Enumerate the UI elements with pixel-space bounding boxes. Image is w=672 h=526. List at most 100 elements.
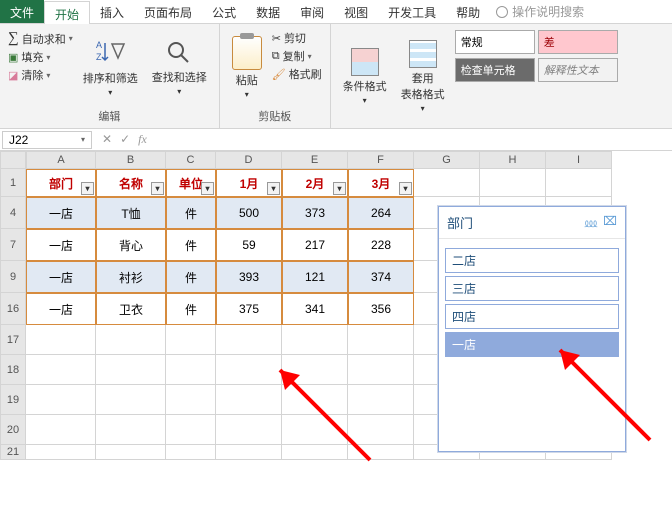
slicer-item[interactable]: 三店 — [445, 276, 619, 301]
select-all-corner[interactable] — [0, 151, 26, 169]
slicer-item[interactable]: 一店 — [445, 332, 619, 357]
cell[interactable] — [166, 325, 216, 355]
cell[interactable]: 单位▾ — [166, 169, 216, 197]
filter-dropdown-icon[interactable]: ▾ — [399, 182, 412, 195]
row-header[interactable]: 19 — [0, 385, 26, 415]
col-header[interactable]: F — [348, 151, 414, 169]
cell[interactable]: 121 — [282, 261, 348, 293]
cell[interactable] — [282, 325, 348, 355]
cell[interactable]: 衬衫 — [96, 261, 166, 293]
menu-tab-insert[interactable]: 插入 — [90, 0, 134, 23]
cancel-formula-button[interactable]: ✕ — [102, 132, 112, 147]
accept-formula-button[interactable]: ✓ — [120, 132, 130, 147]
menu-tab-dev[interactable]: 开发工具 — [378, 0, 446, 23]
cell[interactable]: 部门▾ — [26, 169, 96, 197]
row-header[interactable]: 17 — [0, 325, 26, 355]
col-header[interactable]: C — [166, 151, 216, 169]
filter-dropdown-icon[interactable]: ▾ — [201, 182, 214, 195]
row-header[interactable]: 7 — [0, 229, 26, 261]
cell[interactable] — [216, 385, 282, 415]
filter-dropdown-icon[interactable]: ▾ — [81, 182, 94, 195]
cell[interactable] — [480, 169, 546, 197]
cell[interactable] — [166, 385, 216, 415]
cut-button[interactable]: ✂剪切 — [272, 30, 322, 46]
cell[interactable] — [216, 445, 282, 460]
cell[interactable] — [26, 385, 96, 415]
row-header[interactable]: 16 — [0, 293, 26, 325]
cell[interactable] — [166, 415, 216, 445]
col-header[interactable]: E — [282, 151, 348, 169]
menu-tab-view[interactable]: 视图 — [334, 0, 378, 23]
cell[interactable] — [96, 325, 166, 355]
cell[interactable] — [96, 445, 166, 460]
cell[interactable] — [96, 355, 166, 385]
cell[interactable]: 393 — [216, 261, 282, 293]
clear-button[interactable]: ◪清除▾ — [8, 67, 73, 83]
cell[interactable]: 一店 — [26, 229, 96, 261]
cell[interactable]: 500 — [216, 197, 282, 229]
cell[interactable] — [26, 325, 96, 355]
slicer-item[interactable]: 四店 — [445, 304, 619, 329]
cell[interactable] — [96, 385, 166, 415]
col-header[interactable]: B — [96, 151, 166, 169]
slicer-panel[interactable]: 部门 ⅏ ⌧ 二店三店四店一店 — [438, 206, 626, 452]
cell[interactable]: T恤 — [96, 197, 166, 229]
cell[interactable]: 59 — [216, 229, 282, 261]
cell[interactable]: 341 — [282, 293, 348, 325]
cell[interactable]: 卫衣 — [96, 293, 166, 325]
fx-button[interactable]: fx — [138, 132, 147, 147]
cell[interactable]: 件 — [166, 197, 216, 229]
table-format-button[interactable]: 套用 表格格式▾ — [397, 28, 449, 124]
menu-tab-layout[interactable]: 页面布局 — [134, 0, 202, 23]
cell[interactable]: 件 — [166, 229, 216, 261]
cell[interactable]: 3月▾ — [348, 169, 414, 197]
cell[interactable] — [216, 325, 282, 355]
col-header[interactable]: G — [414, 151, 480, 169]
cell[interactable] — [216, 415, 282, 445]
cell[interactable] — [282, 385, 348, 415]
cell[interactable]: 228 — [348, 229, 414, 261]
cell[interactable]: 264 — [348, 197, 414, 229]
style-check[interactable]: 检查单元格 — [455, 58, 535, 82]
row-header[interactable]: 4 — [0, 197, 26, 229]
cell[interactable] — [166, 445, 216, 460]
row-header[interactable]: 18 — [0, 355, 26, 385]
cell[interactable]: 373 — [282, 197, 348, 229]
autosum-button[interactable]: ∑自动求和▾ — [8, 30, 73, 47]
slicer-item[interactable]: 二店 — [445, 248, 619, 273]
menu-file[interactable]: 文件 — [0, 0, 44, 23]
row-header[interactable]: 1 — [0, 169, 26, 197]
col-header[interactable]: A — [26, 151, 96, 169]
cell[interactable] — [348, 385, 414, 415]
cell[interactable]: 217 — [282, 229, 348, 261]
menu-tab-data[interactable]: 数据 — [246, 0, 290, 23]
menu-tab-review[interactable]: 审阅 — [290, 0, 334, 23]
filter-dropdown-icon[interactable]: ▾ — [333, 182, 346, 195]
style-bad[interactable]: 差 — [538, 30, 618, 54]
cell[interactable]: 356 — [348, 293, 414, 325]
cell[interactable]: 374 — [348, 261, 414, 293]
col-header[interactable]: D — [216, 151, 282, 169]
menu-tab-help[interactable]: 帮助 — [446, 0, 490, 23]
fill-button[interactable]: ▣填充▾ — [8, 49, 73, 65]
cell[interactable] — [348, 355, 414, 385]
cell[interactable]: 375 — [216, 293, 282, 325]
cell[interactable] — [26, 355, 96, 385]
cell[interactable]: 一店 — [26, 197, 96, 229]
cell[interactable]: 背心 — [96, 229, 166, 261]
cell[interactable] — [216, 355, 282, 385]
paste-button[interactable]: 粘贴▾ — [228, 28, 266, 106]
cell[interactable] — [166, 355, 216, 385]
filter-dropdown-icon[interactable]: ▾ — [151, 182, 164, 195]
cell[interactable] — [546, 169, 612, 197]
col-header[interactable]: H — [480, 151, 546, 169]
cell[interactable]: 一店 — [26, 293, 96, 325]
menu-tab-home[interactable]: 开始 — [44, 1, 90, 24]
cell[interactable] — [26, 415, 96, 445]
cell[interactable] — [348, 325, 414, 355]
format-painter-button[interactable]: 🖌格式刷 — [272, 66, 322, 82]
style-normal[interactable]: 常规 — [455, 30, 535, 54]
cell[interactable]: 名称▾ — [96, 169, 166, 197]
find-select-button[interactable]: 查找和选择▾ — [148, 28, 211, 106]
cell[interactable]: 2月▾ — [282, 169, 348, 197]
